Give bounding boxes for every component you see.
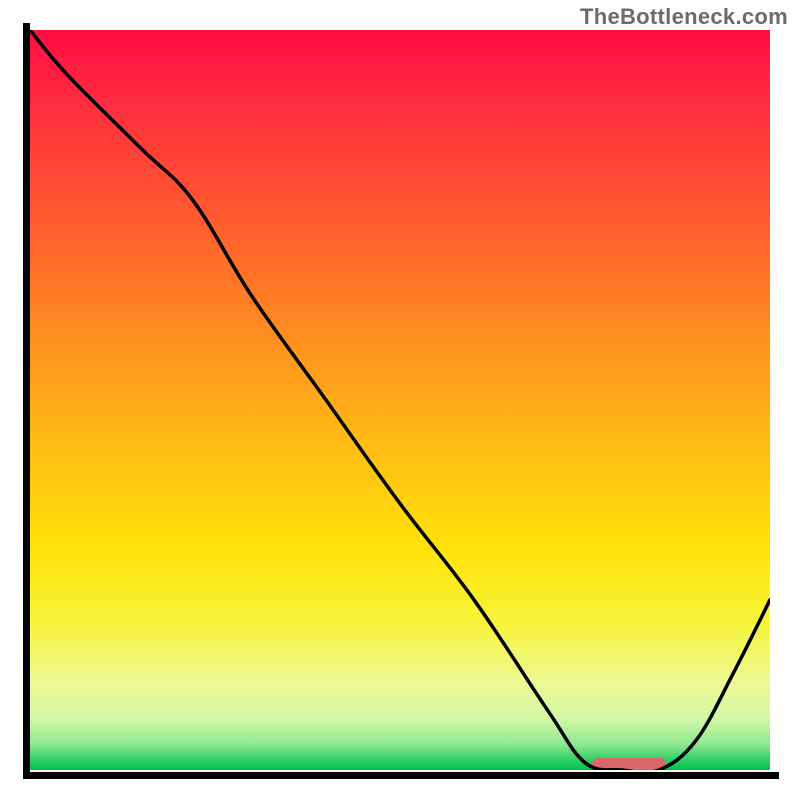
- chart-frame: TheBottleneck.com: [0, 0, 800, 800]
- bottleneck-curve: [30, 30, 770, 770]
- watermark-text: TheBottleneck.com: [580, 4, 788, 30]
- plot-area: [30, 30, 770, 770]
- curve-layer: [30, 30, 770, 770]
